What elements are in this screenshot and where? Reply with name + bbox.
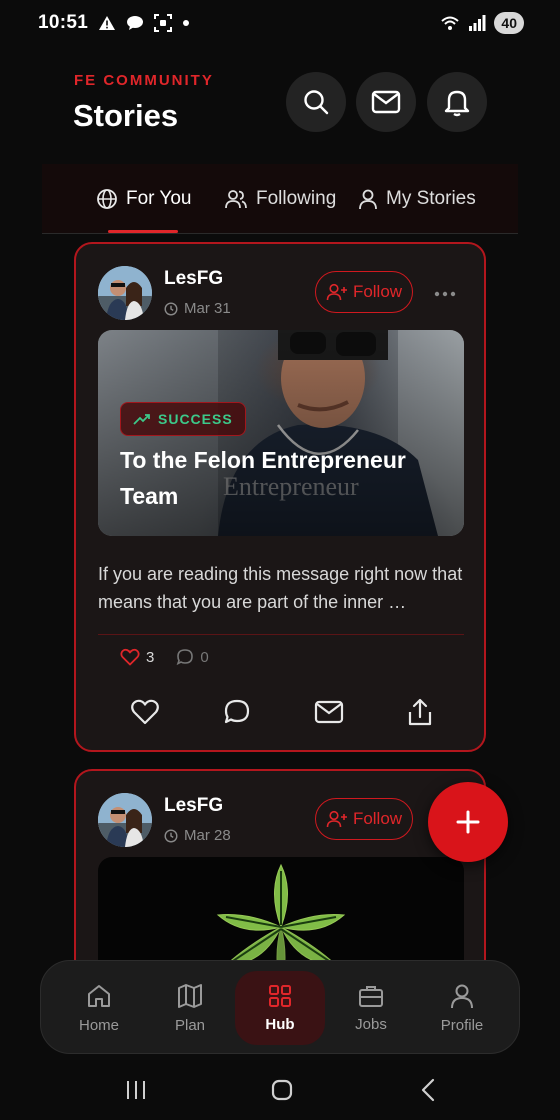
nav-hub[interactable]: Hub — [235, 971, 325, 1045]
back-button[interactable] — [408, 1072, 448, 1108]
divider — [98, 634, 464, 635]
post-date: Mar 31 — [164, 300, 231, 317]
cannabis-leaf-logo — [216, 863, 346, 960]
story-media[interactable] — [98, 857, 464, 960]
comment-count-text: 0 — [200, 648, 209, 666]
recent-apps-button[interactable] — [116, 1072, 156, 1108]
story-actions — [98, 692, 464, 732]
nav-jobs[interactable]: Jobs — [326, 961, 416, 1055]
mail-icon — [371, 90, 401, 114]
story-card[interactable]: LesFG Mar 28 Follow — [74, 769, 486, 960]
profile-icon — [451, 984, 473, 1008]
briefcase-icon — [359, 985, 383, 1007]
messages-button[interactable] — [356, 72, 416, 132]
avatar-photo — [98, 266, 152, 320]
search-button[interactable] — [286, 72, 346, 132]
home-icon — [88, 984, 110, 1007]
post-date: Mar 28 — [164, 827, 231, 844]
active-tab-indicator — [108, 230, 178, 233]
tab-following[interactable]: Following — [224, 164, 336, 234]
signal-icon — [469, 15, 486, 31]
like-button-heart-icon[interactable] — [130, 698, 160, 726]
chat-bubble-icon — [127, 16, 144, 30]
system-navigation-bar — [0, 1062, 560, 1120]
page-title: Stories — [73, 98, 179, 133]
status-bar: 10:51 40 — [0, 0, 560, 46]
tab-my-stories[interactable]: My Stories — [358, 164, 476, 234]
users-icon — [225, 190, 247, 209]
warning-icon — [99, 16, 116, 30]
author-name[interactable]: LesFG — [164, 795, 223, 817]
tab-label: Following — [256, 188, 337, 209]
nav-label: Jobs — [355, 1015, 387, 1033]
bottom-navigation: Home Plan Hub Jobs Profile — [40, 960, 520, 1054]
story-excerpt[interactable]: If you are reading this message right no… — [98, 560, 468, 616]
user-icon — [359, 189, 377, 210]
trending-up-icon — [133, 414, 150, 425]
wifi-icon — [441, 16, 460, 30]
nav-profile[interactable]: Profile — [417, 961, 507, 1055]
tab-label: For You — [126, 188, 192, 209]
recent-apps-icon — [127, 1081, 145, 1099]
clock-icon — [164, 828, 178, 843]
nav-label: Plan — [174, 1016, 206, 1034]
author-name[interactable]: LesFG — [164, 268, 223, 290]
status-notification-icons — [98, 14, 190, 32]
like-count-text: 3 — [146, 648, 155, 666]
heart-icon — [120, 648, 140, 666]
dot-icon — [183, 20, 190, 26]
nav-home[interactable]: Home — [54, 961, 144, 1055]
user-plus-icon — [326, 810, 347, 828]
avatar[interactable] — [98, 266, 152, 320]
avatar-photo — [98, 793, 152, 847]
tab-for-you[interactable]: For You — [96, 164, 192, 234]
nav-plan[interactable]: Plan — [145, 961, 235, 1055]
follow-button[interactable]: Follow — [315, 798, 413, 840]
date-text: Mar 28 — [184, 827, 231, 844]
story-card[interactable]: LesFG Mar 31 Follow Entrepren — [74, 242, 486, 752]
nav-label: Hub — [265, 1015, 295, 1033]
home-square-icon — [271, 1079, 293, 1101]
category-badge: SUCCESS — [120, 402, 246, 436]
plus-icon — [456, 810, 480, 834]
follow-label: Follow — [352, 809, 403, 828]
like-count: 3 — [120, 648, 154, 666]
tab-label: My Stories — [386, 188, 476, 209]
back-chevron-icon — [421, 1078, 435, 1102]
notifications-button[interactable] — [427, 72, 487, 132]
globe-icon — [97, 189, 117, 209]
create-story-button[interactable] — [428, 782, 508, 862]
clock-icon — [164, 301, 178, 316]
story-stats: 3 0 — [120, 648, 209, 666]
message-button-mail-icon[interactable] — [314, 700, 344, 724]
home-system-button[interactable] — [262, 1072, 302, 1108]
story-title: To the Felon Entrepreneur Team — [120, 447, 406, 509]
badge-label: SUCCESS — [158, 411, 233, 427]
date-text: Mar 31 — [184, 300, 231, 317]
avatar[interactable] — [98, 793, 152, 847]
bell-icon — [444, 90, 470, 117]
nav-label: Home — [78, 1016, 119, 1034]
story-media[interactable]: Entrepreneur SUCCESS To the Felon Entrep… — [98, 330, 464, 536]
map-icon — [178, 983, 202, 1008]
nav-label: Profile — [440, 1016, 484, 1034]
grid-icon — [269, 984, 291, 1007]
share-icon[interactable] — [407, 697, 433, 727]
comment-count: 0 — [176, 648, 209, 666]
more-options-button[interactable] — [434, 280, 456, 303]
user-plus-icon — [326, 283, 347, 301]
follow-label: Follow — [352, 282, 403, 301]
battery-indicator: 40 — [494, 12, 524, 34]
follow-button[interactable]: Follow — [315, 271, 413, 313]
more-horizontal-icon — [434, 291, 456, 297]
search-icon — [304, 90, 329, 115]
header: FE COMMUNITY Stories — [0, 60, 560, 160]
brand-label: FE COMMUNITY — [74, 72, 214, 89]
comment-icon — [176, 649, 194, 666]
status-system-icons: 40 — [440, 12, 524, 34]
comment-button-icon[interactable] — [223, 698, 251, 726]
status-time: 10:51 — [38, 12, 89, 33]
story-tabs: For You Following My Stories — [42, 164, 518, 234]
scan-icon — [154, 14, 173, 32]
